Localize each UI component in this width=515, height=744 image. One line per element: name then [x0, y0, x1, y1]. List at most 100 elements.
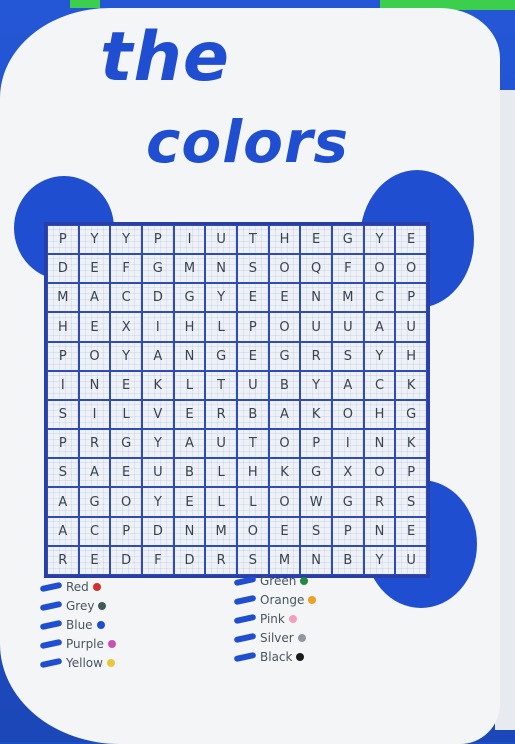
grid-cell: Y: [205, 283, 237, 313]
grid-cell: E: [300, 225, 332, 255]
legend-label: Red: [66, 580, 89, 594]
legend-label: Silver: [260, 631, 294, 645]
grid-cell: P: [236, 312, 269, 342]
grid-cell: Y: [141, 429, 174, 459]
grid-cell: D: [141, 516, 174, 546]
grid-cell: Y: [110, 225, 142, 255]
color-dot-icon: [107, 640, 116, 648]
grid-cell: Y: [78, 225, 111, 255]
grid-cell: P: [395, 283, 427, 313]
grid-cell: N: [363, 429, 396, 459]
grid-cell: I: [47, 370, 79, 400]
grid-cell: D: [173, 545, 206, 575]
grid-cell: E: [110, 458, 142, 488]
grid-cell: G: [205, 341, 237, 371]
grid-cell: N: [173, 516, 206, 546]
grid-cell: P: [47, 341, 79, 371]
grid-cell: E: [173, 399, 206, 430]
grid-cell: D: [141, 283, 174, 313]
grid-cell: K: [395, 429, 427, 459]
grid-cell: W: [300, 487, 332, 517]
grid-cell: O: [363, 254, 396, 284]
legend-label: Orange: [260, 593, 305, 607]
grid-cell: P: [395, 458, 427, 488]
tilde-mark-icon: [39, 619, 63, 631]
grid-cell: O: [78, 341, 111, 371]
legend-item: Grey: [39, 599, 107, 613]
grid-cell: C: [363, 283, 396, 313]
legend-item: Purple: [39, 637, 116, 651]
grid-cell: A: [47, 516, 79, 546]
grid-cell: M: [173, 254, 206, 284]
tilde-mark-icon: [233, 613, 257, 625]
grid-cell: B: [268, 370, 301, 400]
grid-cell: U: [141, 458, 174, 488]
grid-cell: U: [395, 545, 427, 575]
legend-item: Red: [39, 580, 101, 594]
legend-label: Blue: [66, 618, 93, 632]
grid-cell: O: [268, 429, 301, 459]
grid-cell: B: [173, 458, 206, 488]
grid-cell: X: [110, 312, 142, 342]
grid-cell: M: [205, 516, 237, 546]
grid-cell: T: [236, 429, 269, 459]
grid-cell: R: [205, 399, 237, 430]
grid-cell: G: [78, 487, 111, 517]
grid-cell: A: [331, 370, 364, 400]
grid-cell: S: [236, 254, 269, 284]
grid-cell: I: [331, 429, 364, 459]
grid-cell: L: [205, 458, 237, 488]
grid-cell: A: [78, 283, 111, 313]
grid-cell: A: [78, 458, 111, 488]
grid-cell: S: [47, 458, 79, 488]
grid-cell: Q: [300, 254, 332, 284]
legend-item: Yellow: [39, 656, 115, 670]
word-search-grid: PYYPIUTHEGYEDEFGMNSOQFOOMACDGYEENMCPHEXI…: [44, 222, 430, 578]
grid-cell: V: [141, 399, 174, 430]
color-dot-icon: [98, 602, 107, 610]
grid-cell: N: [363, 516, 396, 546]
grid-cell: G: [331, 487, 364, 517]
grid-cell: A: [173, 429, 206, 459]
grid-cell: C: [110, 283, 142, 313]
grid-cell: U: [205, 429, 237, 459]
grid-cell: A: [268, 399, 301, 430]
grid-cell: M: [47, 283, 79, 313]
grid-cell: C: [78, 516, 111, 546]
grid-cell: N: [173, 341, 206, 371]
grid-cell: I: [173, 225, 206, 255]
grid-cell: E: [236, 283, 269, 313]
grid-cell: P: [47, 225, 79, 255]
grid-cell: R: [300, 341, 332, 371]
grid-cell: F: [141, 545, 174, 575]
grid-cell: L: [205, 312, 237, 342]
legend-item: Blue: [39, 618, 105, 632]
grid-cell: N: [300, 283, 332, 313]
tilde-mark-icon: [39, 657, 63, 669]
grid-cell: U: [331, 312, 364, 342]
grid-cell: U: [236, 370, 269, 400]
grid-cell: N: [300, 545, 332, 575]
grid-cell: Y: [363, 545, 396, 575]
grid-cell: N: [78, 370, 111, 400]
grid-cell: F: [331, 254, 364, 284]
grid-cell: N: [205, 254, 237, 284]
grid-cell: O: [268, 312, 301, 342]
poster-paper: the colors PYYPIUTHEGYEDEFGMNSOQFOOMACDG…: [0, 8, 500, 744]
tilde-mark-icon: [233, 632, 257, 644]
grid-cell: K: [268, 458, 301, 488]
tilde-mark-icon: [233, 594, 257, 606]
grid-cell: Y: [363, 341, 396, 371]
grid-cell: A: [47, 487, 79, 517]
grid-cell: S: [236, 545, 269, 575]
grid-cell: C: [363, 370, 396, 400]
legend-label: Pink: [260, 612, 285, 626]
grid-cell: X: [331, 458, 364, 488]
grid-cell: L: [173, 370, 206, 400]
green-corner-accent: [70, 0, 100, 8]
grid-cell: I: [78, 399, 111, 430]
grid-cell: T: [205, 370, 237, 400]
grid-cell: Y: [141, 487, 174, 517]
legend-label: Grey: [66, 599, 95, 613]
grid-cell: E: [78, 545, 111, 575]
